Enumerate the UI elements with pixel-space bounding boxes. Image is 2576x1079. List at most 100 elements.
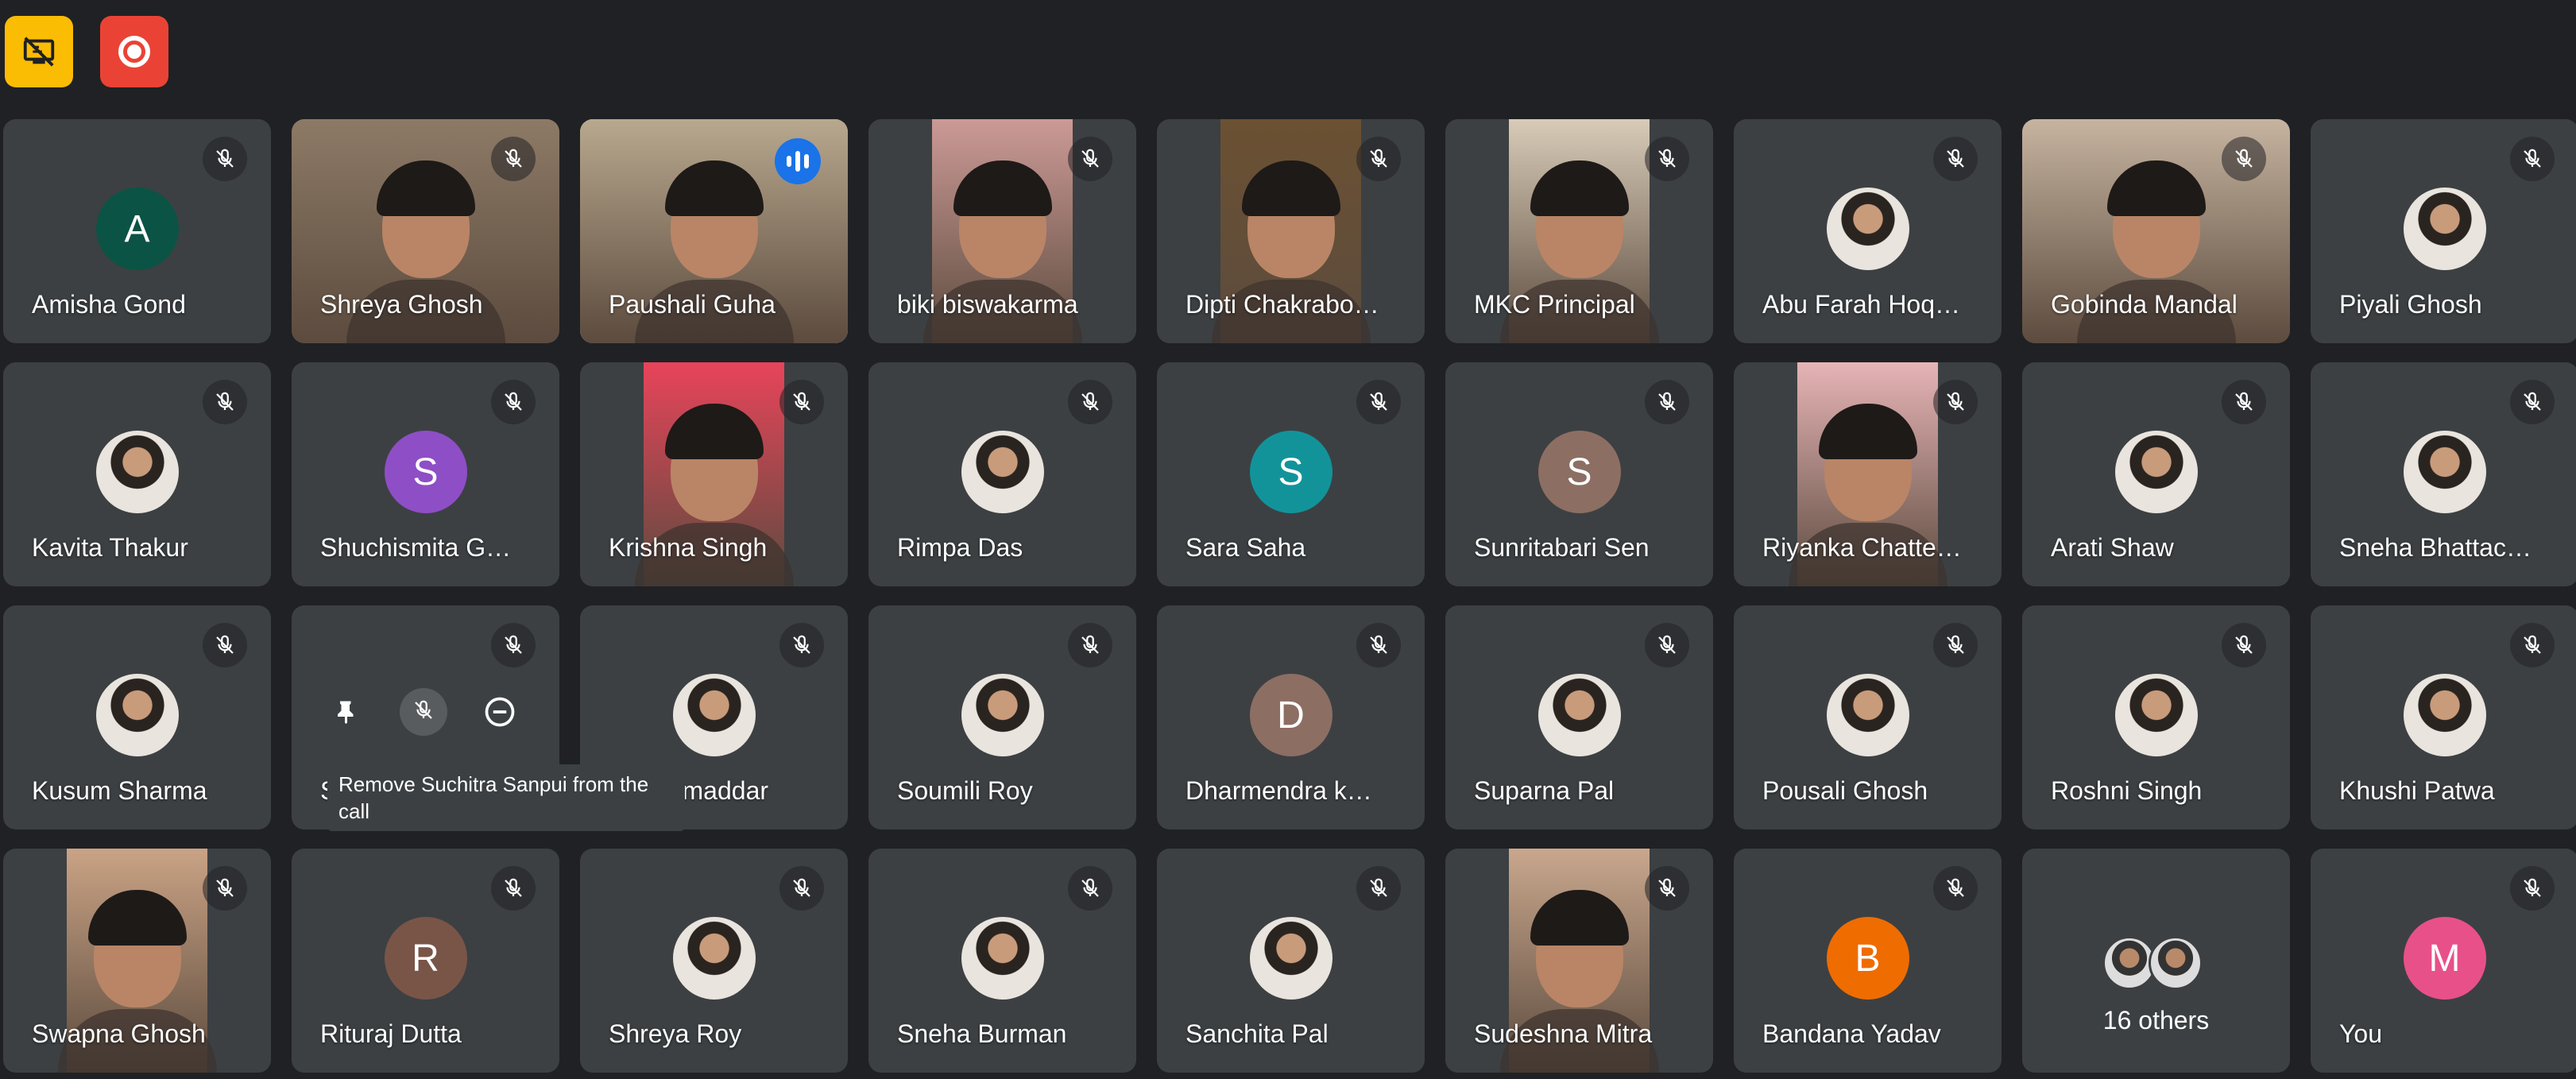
participant-name: Shreya Ghosh (320, 290, 483, 319)
participant-tile[interactable]: Shreya Roy (580, 849, 848, 1073)
mic-off-icon (1068, 866, 1112, 911)
mic-off-icon (2222, 623, 2266, 667)
mic-off-icon (203, 866, 247, 911)
participant-hair (1818, 404, 1917, 459)
participant-name: Amisha Gond (32, 290, 186, 319)
participant-tile[interactable]: MKC Principal (1445, 119, 1713, 343)
avatar: A (95, 188, 179, 270)
avatar: S (1249, 431, 1332, 513)
participant-name: Piyali Ghosh (2339, 290, 2482, 319)
mic-off-icon (1356, 866, 1401, 911)
avatar: B (1826, 917, 1909, 1000)
participant-tile[interactable]: Arati Shaw (2022, 362, 2290, 586)
present-status-button[interactable] (5, 16, 73, 87)
avatar (2403, 431, 2486, 513)
participant-tile[interactable]: Roshni Singh (2022, 605, 2290, 830)
pin-button[interactable] (323, 688, 371, 736)
record-icon (118, 36, 150, 68)
participant-tile[interactable]: Kavita Thakur (3, 362, 271, 586)
mic-off-icon (1933, 866, 1978, 911)
participant-tile[interactable]: M You (2311, 849, 2576, 1073)
participant-name: Arati Shaw (2051, 533, 2174, 562)
participant-name: Kavita Thakur (32, 533, 188, 562)
participant-tile[interactable]: D Dharmendra k… (1157, 605, 1425, 830)
participant-name: Sanchita Pal (1186, 1019, 1329, 1048)
participant-tile[interactable]: Paushali Guha (580, 119, 848, 343)
participant-name: Sara Saha (1186, 533, 1306, 562)
participant-hair (1530, 160, 1629, 216)
participant-tile[interactable]: Gobinda Mandal (2022, 119, 2290, 343)
participant-name: Soumili Roy (897, 776, 1033, 805)
mic-off-icon (2222, 380, 2266, 424)
participant-tile[interactable]: Soumili Roy (868, 605, 1136, 830)
participant-tile[interactable]: Suparna Pal (1445, 605, 1713, 830)
remove-participant-button[interactable] (476, 688, 524, 736)
avatar (1537, 674, 1621, 756)
avatar: S (384, 431, 467, 513)
participant-name: Rimpa Das (897, 533, 1023, 562)
participant-tile[interactable]: Rimpa Das (868, 362, 1136, 586)
recording-button[interactable] (100, 16, 168, 87)
others-count-label: 16 others (2102, 1006, 2210, 1035)
participant-tile[interactable]: Swapna Ghosh (3, 849, 271, 1073)
avatar (95, 431, 179, 513)
participant-tile[interactable]: R Rituraj Dutta (292, 849, 559, 1073)
participant-tile[interactable]: S Sunritabari Sen (1445, 362, 1713, 586)
participant-hair (2106, 160, 2206, 216)
mic-off-icon (1645, 623, 1689, 667)
others-avatars (2102, 936, 2203, 990)
avatar: S (1537, 431, 1621, 513)
avatar (2403, 674, 2486, 756)
mic-off-icon (1645, 137, 1689, 181)
participant-tile[interactable]: Abu Farah Hoq… (1734, 119, 2002, 343)
mic-off-icon (779, 380, 824, 424)
mic-off-icon (1645, 866, 1689, 911)
participant-tile[interactable]: Riyanka Chatte… (1734, 362, 2002, 586)
mic-off-icon (203, 137, 247, 181)
participant-tile[interactable]: Khushi Patwa (2311, 605, 2576, 830)
tile-hover-controls (323, 688, 524, 736)
participant-name: Sudeshna Mitra (1474, 1019, 1653, 1048)
mic-off-icon (1356, 623, 1401, 667)
participant-tile[interactable]: Dipti Chakrabo… (1157, 119, 1425, 343)
participant-name: Pousali Ghosh (1762, 776, 1928, 805)
participant-tile[interactable]: S Sara Saha (1157, 362, 1425, 586)
remove-circle-icon (485, 697, 515, 727)
participant-tile[interactable]: biki biswakarma (868, 119, 1136, 343)
participant-tile[interactable]: Pousali Ghosh (1734, 605, 2002, 830)
mic-off-icon (1356, 137, 1401, 181)
participant-tile[interactable]: A Amisha Gond (3, 119, 271, 343)
participant-tile[interactable]: B Bandana Yadav (1734, 849, 2002, 1073)
participant-tile[interactable]: Shreya Ghosh (292, 119, 559, 343)
participant-name: Sneha Burman (897, 1019, 1067, 1048)
participant-name: Roshni Singh (2051, 776, 2203, 805)
participant-name: Dipti Chakrabo… (1186, 290, 1379, 319)
avatar (961, 917, 1044, 1000)
mic-off-icon (1356, 380, 1401, 424)
participant-hair (953, 160, 1052, 216)
mic-off-icon (2510, 623, 2555, 667)
avatar (1249, 917, 1332, 1000)
participant-tile[interactable]: Sudeshna Mitra (1445, 849, 1713, 1073)
mic-off-icon (1068, 623, 1112, 667)
mute-participant-button[interactable] (400, 688, 447, 736)
participant-tile[interactable]: Krishna Singh (580, 362, 848, 586)
participant-tile[interactable]: Sneha Burman (868, 849, 1136, 1073)
participant-tile[interactable]: 16 others (2022, 849, 2290, 1073)
participant-tile[interactable]: S Shuchismita G… (292, 362, 559, 586)
mic-off-icon (491, 623, 536, 667)
participant-tile[interactable]: Piyali Ghosh (2311, 119, 2576, 343)
participant-name: Swapna Ghosh (32, 1019, 206, 1048)
remove-participant-tooltip: Remove Suchitra Sanpui from the call (327, 764, 685, 831)
mic-off-icon (1933, 137, 1978, 181)
participant-name: Gobinda Mandal (2051, 290, 2238, 319)
mic-off-icon (1068, 380, 1112, 424)
participant-tile[interactable]: Sanchita Pal (1157, 849, 1425, 1073)
participant-name: Suparna Pal (1474, 776, 1615, 805)
participant-tile[interactable]: Kusum Sharma (3, 605, 271, 830)
participant-name: Sneha Bhattac… (2339, 533, 2532, 562)
mic-off-icon (1645, 380, 1689, 424)
participant-tile[interactable]: Sneha Bhattac… (2311, 362, 2576, 586)
avatar (672, 674, 756, 756)
participant-name: Shuchismita G… (320, 533, 512, 562)
